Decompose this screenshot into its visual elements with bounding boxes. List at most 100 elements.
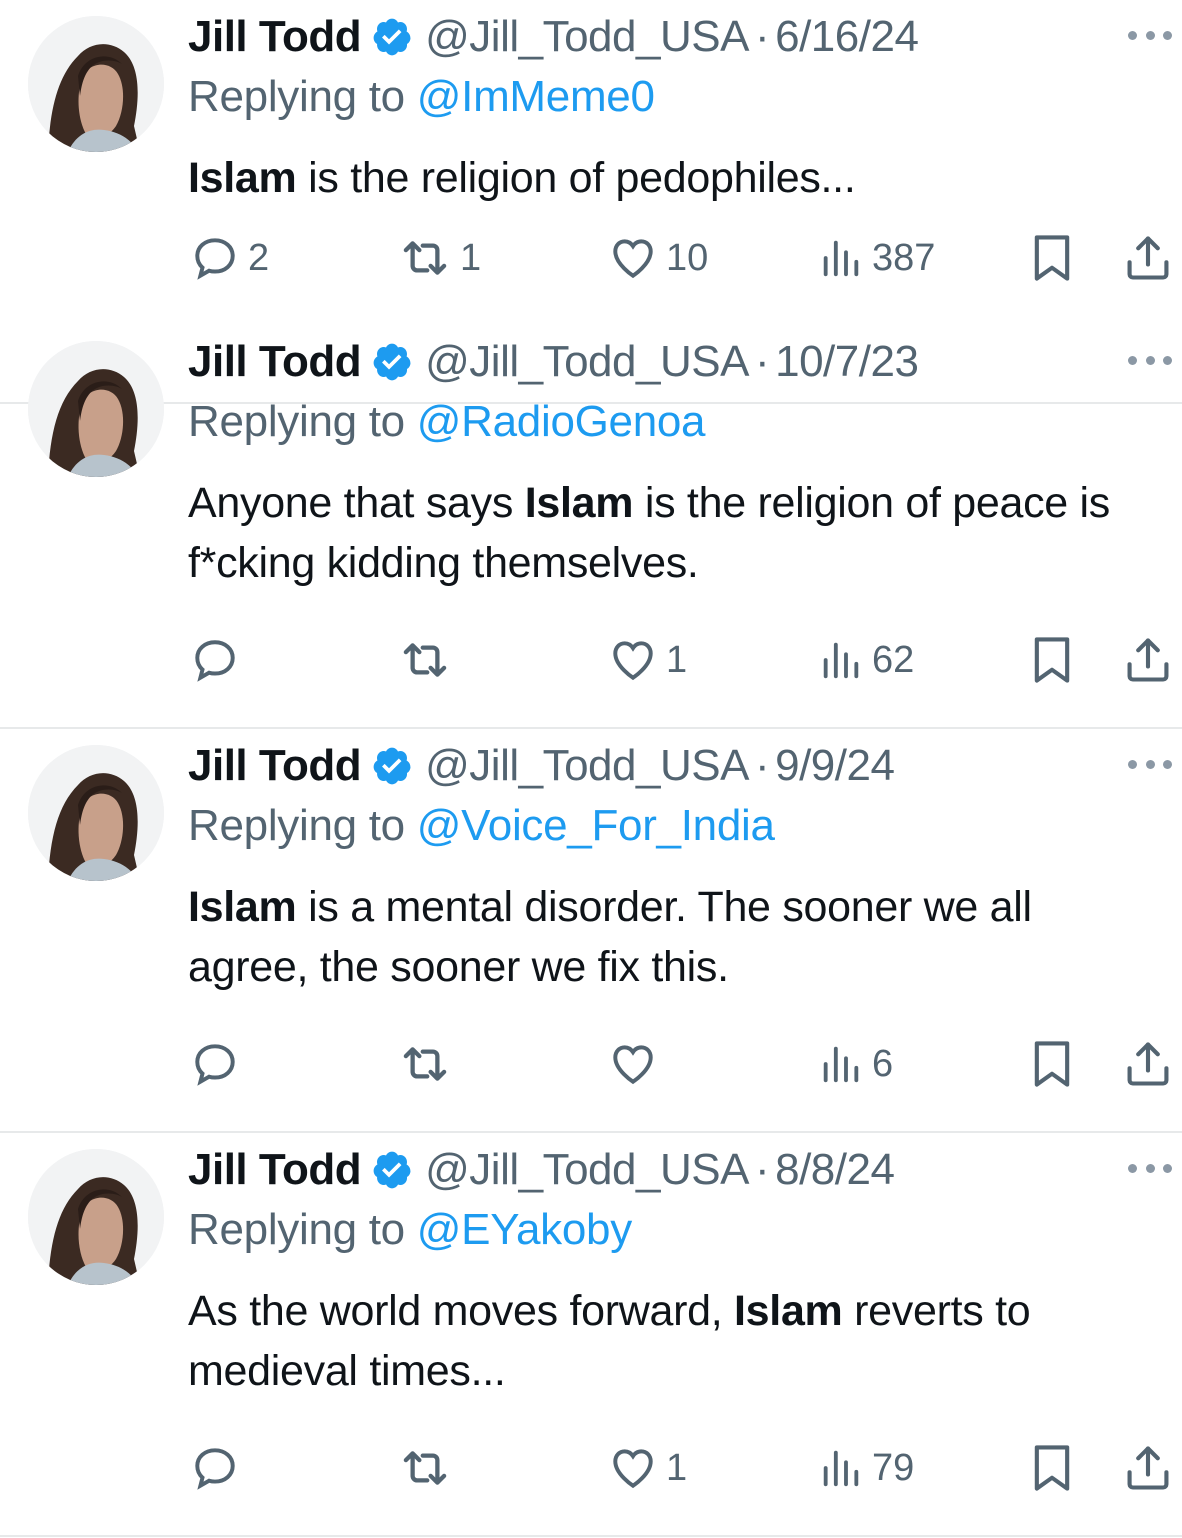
bookmark-button[interactable] (1026, 630, 1078, 690)
tweet[interactable]: Jill Todd @Jill_Todd_USA · 9/9/24 Replyi… (0, 729, 1182, 1133)
reply-button[interactable] (190, 1438, 248, 1498)
retweet-icon (398, 633, 452, 687)
retweet-count: 1 (460, 236, 482, 279)
reply-mention[interactable]: @ImMeme0 (417, 72, 655, 121)
verified-badge-icon (371, 745, 413, 787)
replying-to: Replying to @ImMeme0 (188, 72, 655, 122)
tweet-date[interactable]: 9/9/24 (775, 741, 895, 791)
reply-count: 2 (248, 236, 270, 279)
views-button[interactable]: 79 (818, 1438, 914, 1498)
avatar[interactable] (28, 341, 164, 477)
more-icon[interactable] (1128, 749, 1172, 779)
tweet[interactable]: Jill Todd @Jill_Todd_USA · 8/8/24 Replyi… (0, 1133, 1182, 1537)
bookmark-icon (1026, 230, 1078, 286)
tweet-text: Anyone that says Islam is the religion o… (188, 473, 1163, 593)
tweet[interactable]: Jill Todd @Jill_Todd_USA · 10/7/23 Reply… (0, 325, 1182, 729)
bookmark-button[interactable] (1026, 228, 1078, 288)
verified-badge-icon (371, 341, 413, 383)
tweet-header: Jill Todd @Jill_Todd_USA · 6/16/24 (188, 10, 919, 64)
share-button[interactable] (1122, 1438, 1174, 1498)
text-bold: Islam (188, 154, 297, 202)
text-part: Anyone that says (188, 479, 525, 527)
heart-icon (608, 233, 658, 283)
avatar[interactable] (28, 16, 164, 152)
view-count: 62 (872, 638, 915, 681)
replying-to-label: Replying to (188, 397, 405, 446)
tweet-header: Jill Todd @Jill_Todd_USA · 8/8/24 (188, 1143, 895, 1197)
views-button[interactable]: 6 (818, 1034, 893, 1094)
verified-badge-icon (371, 16, 413, 58)
share-button[interactable] (1122, 630, 1174, 690)
separator-dot: · (754, 337, 770, 386)
more-icon[interactable] (1128, 1153, 1172, 1183)
reply-icon (190, 233, 240, 283)
share-icon (1122, 634, 1174, 686)
reply-button[interactable]: 2 (190, 228, 269, 288)
share-icon (1122, 1038, 1174, 1090)
reply-mention[interactable]: @EYakoby (417, 1205, 632, 1254)
retweet-button[interactable] (398, 1438, 460, 1498)
tweet-actions: 2 1 10 387 (0, 228, 1182, 288)
tweet-actions: 6 (0, 1034, 1182, 1094)
like-button[interactable]: 10 (608, 228, 708, 288)
bookmark-icon (1026, 1036, 1078, 1092)
retweet-button[interactable] (398, 630, 460, 690)
views-icon (818, 235, 864, 281)
views-icon (818, 1041, 864, 1087)
text-part: is a mental disorder. The sooner we all … (188, 883, 1032, 991)
retweet-button[interactable]: 1 (398, 228, 481, 288)
retweet-button[interactable] (398, 1034, 460, 1094)
tweet-text: Islam is the religion of pedophiles... (188, 148, 1163, 208)
reply-icon (190, 1039, 240, 1089)
share-button[interactable] (1122, 1034, 1174, 1094)
tweet-text: Islam is a mental disorder. The sooner w… (188, 877, 1163, 997)
text-bold: Islam (734, 1287, 843, 1335)
share-icon (1122, 232, 1174, 284)
view-count: 6 (872, 1042, 894, 1085)
views-button[interactable]: 62 (818, 630, 914, 690)
heart-icon (608, 1039, 658, 1089)
tweet-actions: 1 79 (0, 1438, 1182, 1498)
like-button[interactable] (608, 1034, 666, 1094)
avatar[interactable] (28, 745, 164, 881)
user-handle[interactable]: @Jill_Todd_USA (425, 337, 749, 387)
user-handle[interactable]: @Jill_Todd_USA (425, 12, 749, 62)
more-icon[interactable] (1128, 345, 1172, 375)
display-name[interactable]: Jill Todd (188, 741, 362, 791)
views-button[interactable]: 387 (818, 228, 935, 288)
tweet-actions: 1 62 (0, 630, 1182, 690)
reply-icon (190, 1443, 240, 1493)
reply-mention[interactable]: @RadioGenoa (417, 397, 706, 446)
like-button[interactable]: 1 (608, 630, 687, 690)
display-name[interactable]: Jill Todd (188, 1145, 362, 1195)
tweet-date[interactable]: 6/16/24 (775, 12, 919, 62)
heart-icon (608, 635, 658, 685)
share-icon (1122, 1442, 1174, 1494)
display-name[interactable]: Jill Todd (188, 337, 362, 387)
user-handle[interactable]: @Jill_Todd_USA (425, 1145, 749, 1195)
tweet-date[interactable]: 10/7/23 (775, 337, 919, 387)
user-handle[interactable]: @Jill_Todd_USA (425, 741, 749, 791)
reply-button[interactable] (190, 630, 248, 690)
retweet-icon (398, 1037, 452, 1091)
share-button[interactable] (1122, 228, 1174, 288)
like-count: 10 (666, 236, 709, 279)
verified-badge-icon (371, 1149, 413, 1191)
tweet-date[interactable]: 8/8/24 (775, 1145, 895, 1195)
replying-to: Replying to @RadioGenoa (188, 397, 706, 447)
tweet-header: Jill Todd @Jill_Todd_USA · 9/9/24 (188, 739, 895, 793)
text-part: is the religion of pedophiles... (296, 154, 856, 202)
reply-button[interactable] (190, 1034, 248, 1094)
bookmark-button[interactable] (1026, 1034, 1078, 1094)
replying-to-label: Replying to (188, 72, 405, 121)
reply-icon (190, 635, 240, 685)
more-icon[interactable] (1128, 20, 1172, 50)
views-icon (818, 1445, 864, 1491)
tweet-header: Jill Todd @Jill_Todd_USA · 10/7/23 (188, 335, 919, 389)
bookmark-icon (1026, 632, 1078, 688)
reply-mention[interactable]: @Voice_For_India (417, 801, 775, 850)
bookmark-button[interactable] (1026, 1438, 1078, 1498)
like-button[interactable]: 1 (608, 1438, 687, 1498)
avatar[interactable] (28, 1149, 164, 1285)
display-name[interactable]: Jill Todd (188, 12, 362, 62)
